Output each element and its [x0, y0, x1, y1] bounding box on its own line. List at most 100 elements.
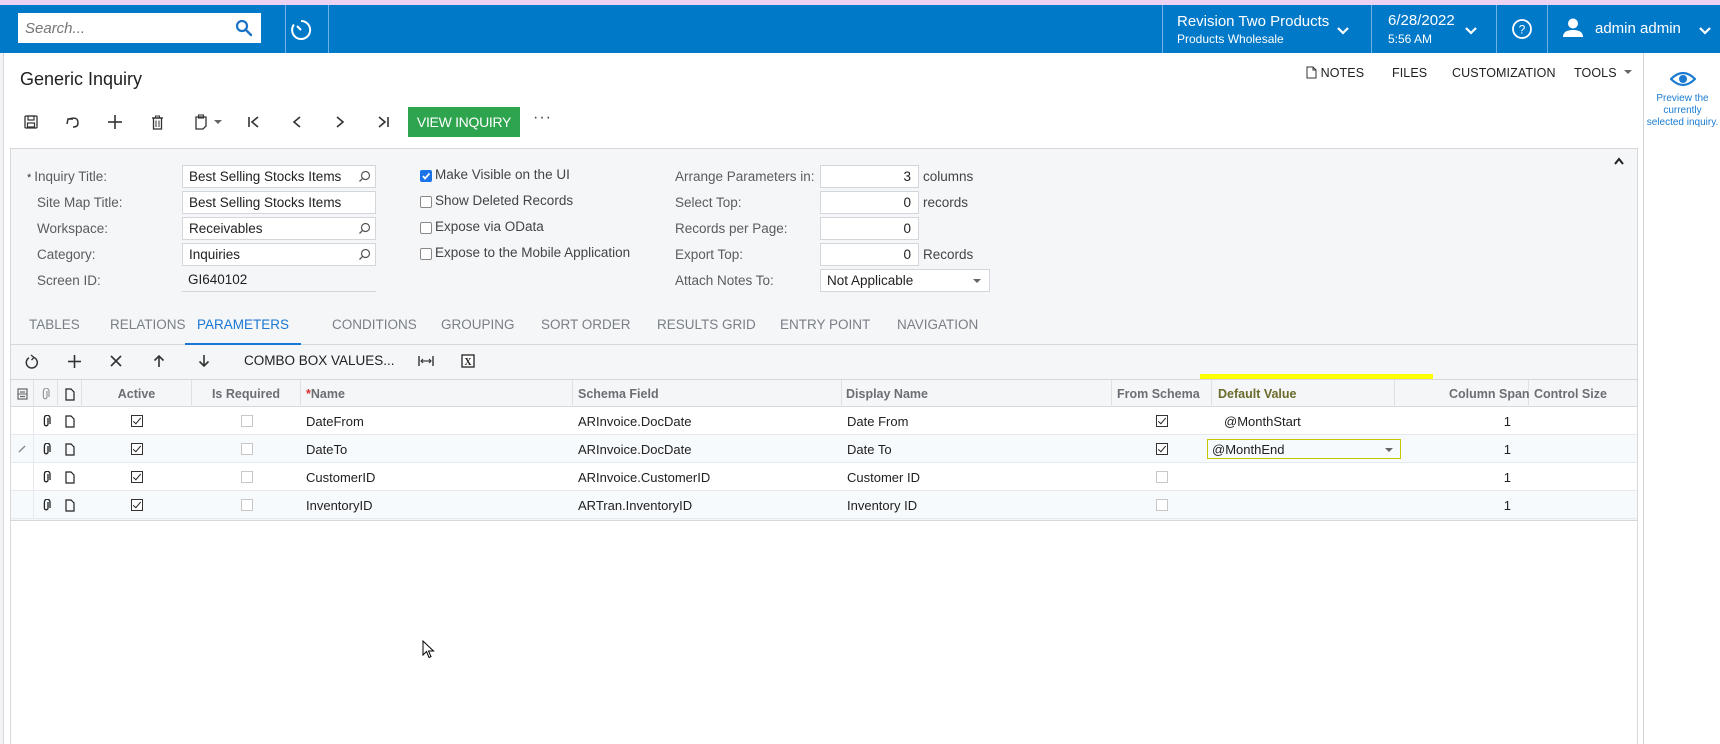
preview-panel[interactable]: Preview the currently selected inquiry. — [1643, 53, 1720, 744]
tab-tables[interactable]: TABLES — [29, 317, 80, 345]
active-checkbox[interactable] — [131, 415, 143, 427]
make-visible-checkbox[interactable] — [420, 170, 432, 182]
company-branch-selector[interactable]: Revision Two Products Products Wholesale — [1163, 5, 1371, 53]
column-span-column-header[interactable]: Column Span — [1443, 380, 1530, 408]
row-selector[interactable] — [11, 407, 34, 435]
attachment-cell[interactable] — [34, 463, 58, 491]
tab-grouping[interactable]: GROUPING — [441, 317, 515, 345]
view-inquiry-button[interactable]: VIEW INQUIRY — [408, 107, 520, 137]
lookup-icon[interactable] — [358, 248, 371, 261]
add-button[interactable] — [104, 111, 126, 133]
arrange-parameters-field[interactable]: 3 — [820, 165, 919, 188]
move-down-button[interactable] — [194, 350, 214, 372]
delete-button[interactable] — [147, 111, 167, 133]
row-selector-header[interactable] — [11, 380, 34, 408]
undo-button[interactable] — [62, 111, 84, 133]
lookup-icon[interactable] — [358, 222, 371, 235]
clipboard-menu-button[interactable] — [190, 111, 226, 133]
first-record-button[interactable] — [245, 111, 263, 133]
show-deleted-records-checkbox[interactable] — [420, 196, 432, 208]
files-button[interactable]: FILES — [1392, 66, 1427, 80]
table-row[interactable]: InventoryID ARTran.InventoryID Inventory I… — [11, 491, 1637, 519]
table-row[interactable]: DateFrom ARInvoice.DocDate Date From @Month… — [11, 407, 1637, 435]
row-selector[interactable] — [11, 491, 34, 519]
category-field[interactable]: Inquiries — [182, 243, 376, 266]
expose-mobile-checkbox[interactable] — [420, 248, 432, 260]
from-schema-checkbox[interactable] — [1156, 415, 1168, 427]
display-name-column-header[interactable]: Display Name — [842, 380, 1112, 408]
previous-record-button[interactable] — [288, 111, 306, 133]
schema-field-column-header[interactable]: Schema Field — [573, 380, 842, 408]
is-required-checkbox[interactable] — [240, 415, 253, 427]
combo-box-values-button[interactable]: COMBO BOX VALUES... — [244, 353, 395, 368]
recent-history-icon[interactable] — [288, 17, 314, 43]
note-cell[interactable] — [58, 435, 82, 463]
active-column-header[interactable]: Active — [82, 380, 192, 408]
notes-button[interactable]: NOTES — [1306, 66, 1364, 80]
default-value-column-header[interactable]: Default Value — [1212, 380, 1395, 408]
fit-columns-button[interactable] — [416, 350, 436, 372]
note-cell[interactable] — [58, 463, 82, 491]
tab-navigation[interactable]: NAVIGATION — [897, 317, 978, 345]
tab-entry-point[interactable]: ENTRY POINT — [780, 317, 870, 345]
table-row[interactable]: CustomerID ARInvoice.CustomerID Customer I… — [11, 463, 1637, 491]
is-required-checkbox[interactable] — [240, 499, 253, 511]
attachment-cell[interactable] — [34, 407, 58, 435]
default-value-dropdown[interactable]: @MonthEnd — [1207, 439, 1401, 459]
tab-parameters[interactable]: PARAMETERS — [185, 317, 302, 345]
export-top-field[interactable]: 0 — [820, 243, 919, 266]
attach-notes-select[interactable]: Not Applicable — [820, 269, 990, 292]
eye-icon — [1670, 71, 1696, 87]
next-record-button[interactable] — [331, 111, 349, 133]
move-up-button[interactable] — [149, 350, 169, 372]
row-selector[interactable] — [11, 463, 34, 491]
more-actions-button[interactable]: ··· — [533, 109, 552, 127]
export-excel-button[interactable]: X — [458, 350, 478, 372]
is-required-column-header[interactable]: Is Required — [192, 380, 301, 408]
search-icon[interactable] — [235, 19, 253, 37]
note-cell[interactable] — [58, 491, 82, 519]
is-required-checkbox[interactable] — [240, 443, 253, 455]
select-top-label: Select Top: — [675, 195, 742, 210]
refresh-button[interactable] — [22, 350, 42, 372]
tab-conditions[interactable]: CONDITIONS — [332, 317, 417, 345]
records-per-page-field[interactable]: 0 — [820, 217, 919, 240]
save-button[interactable] — [21, 111, 41, 133]
add-row-button[interactable] — [63, 350, 85, 372]
search-box[interactable] — [18, 13, 261, 43]
chevron-left-icon — [292, 116, 301, 128]
from-schema-column-header[interactable]: From Schema — [1112, 380, 1212, 408]
select-top-field[interactable]: 0 — [820, 191, 919, 214]
row-selector[interactable] — [11, 435, 34, 463]
tab-results-grid[interactable]: RESULTS GRID — [657, 317, 756, 345]
from-schema-checkbox[interactable] — [1156, 443, 1168, 455]
workspace-field[interactable]: Receivables — [182, 217, 376, 240]
active-checkbox[interactable] — [131, 499, 143, 511]
user-menu[interactable]: admin admin — [1548, 5, 1720, 53]
lookup-icon[interactable] — [358, 170, 371, 183]
active-checkbox[interactable] — [131, 443, 143, 455]
search-input[interactable] — [18, 19, 218, 37]
site-map-title-field[interactable]: Best Selling Stocks Items — [182, 191, 376, 214]
inquiry-title-field[interactable]: Best Selling Stocks Items — [182, 165, 376, 188]
customization-button[interactable]: CUSTOMIZATION — [1452, 66, 1556, 80]
chevron-up-icon[interactable] — [1612, 156, 1626, 166]
help-button[interactable]: ? — [1497, 5, 1548, 53]
tab-sort-order[interactable]: SORT ORDER — [541, 317, 631, 345]
active-checkbox[interactable] — [131, 471, 143, 483]
attachment-cell[interactable] — [34, 435, 58, 463]
delete-row-button[interactable] — [106, 350, 126, 372]
expose-odata-checkbox[interactable] — [420, 222, 432, 234]
control-size-column-header[interactable]: Control Size — [1529, 380, 1637, 408]
business-date-selector[interactable]: 6/28/2022 5:56 AM — [1372, 5, 1497, 53]
from-schema-checkbox[interactable] — [1156, 499, 1168, 511]
display-name-cell: Date To — [847, 441, 892, 457]
tab-relations[interactable]: RELATIONS — [110, 317, 186, 345]
name-column-header[interactable]: * Name — [301, 380, 573, 408]
is-required-checkbox[interactable] — [240, 471, 253, 483]
note-cell[interactable] — [58, 407, 82, 435]
attachment-cell[interactable] — [34, 491, 58, 519]
from-schema-checkbox[interactable] — [1156, 471, 1168, 483]
tools-button[interactable]: TOOLS — [1574, 66, 1633, 80]
last-record-button[interactable] — [374, 111, 392, 133]
